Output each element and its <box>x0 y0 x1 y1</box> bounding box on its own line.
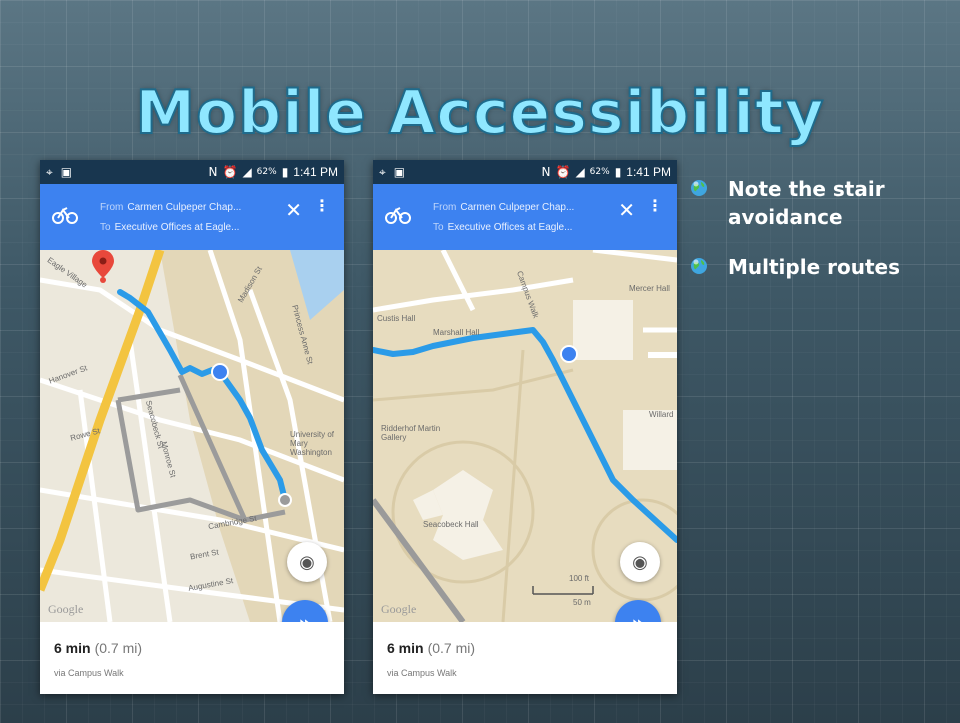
battery-icon: ▮ <box>614 165 622 179</box>
globe-icon <box>691 180 707 196</box>
map-label: 100 ft <box>569 574 590 583</box>
bike-icon[interactable] <box>385 204 411 224</box>
map-label: 50 m <box>573 598 591 607</box>
battery-percent: 62% <box>256 167 277 177</box>
status-time: 1:41 PM <box>293 165 338 179</box>
globe-icon <box>691 258 707 274</box>
map-label: University of Mary Washington <box>290 430 335 457</box>
my-location-button[interactable]: ◉ <box>287 542 327 582</box>
route-duration: 6 min (0.7 mi) <box>387 640 476 656</box>
close-icon[interactable]: ✕ <box>285 200 302 220</box>
map-label: Seacobeck Hall <box>423 520 479 529</box>
slide-title: Mobile Accessibility <box>134 77 825 149</box>
signal-icon: ◢ <box>575 165 585 179</box>
from-field[interactable]: From Carmen Culpeper Chap... <box>433 202 574 213</box>
more-menu-icon[interactable]: ⋮ <box>647 198 663 214</box>
bullet-text: Multiple routes <box>728 255 900 279</box>
route-duration: 6 min (0.7 mi) <box>54 640 143 656</box>
status-bar: ⌖ ▣ N ⏰ ◢ 62% ▮ 1:41 PM <box>373 160 677 184</box>
location-icon: ⌖ <box>379 164 386 179</box>
map-label: Ridderhof Martin Gallery <box>381 424 441 442</box>
alarm-icon: ⏰ <box>555 165 571 179</box>
bullet-text: Note the stair avoidance <box>728 177 885 229</box>
status-bar: ⌖ ▣ N ⏰ ◢ 62% ▮ 1:41 PM <box>40 160 344 184</box>
map-view[interactable]: Mercer Hall Marshall Hall Ridderhof Mart… <box>373 250 677 622</box>
from-field[interactable]: From Carmen Culpeper Chap... <box>100 202 241 213</box>
more-menu-icon[interactable]: ⋮ <box>314 198 330 214</box>
to-field[interactable]: To Executive Offices at Eagle... <box>100 222 239 233</box>
signal-icon: ◢ <box>242 165 252 179</box>
map-label: Custis Hall <box>377 314 416 323</box>
status-time: 1:41 PM <box>626 165 671 179</box>
battery-icon: ▮ <box>281 165 289 179</box>
map-view[interactable]: Eagle Village University of Mary Washing… <box>40 250 344 622</box>
route-summary[interactable]: 6 min (0.7 mi) via Campus Walk <box>40 622 344 694</box>
close-icon[interactable]: ✕ <box>618 200 635 220</box>
nfc-icon: N <box>541 165 551 179</box>
phone-screenshot-2: ⌖ ▣ N ⏰ ◢ 62% ▮ 1:41 PM From Carmen Culpe… <box>373 160 677 694</box>
google-logo: Google <box>381 602 417 616</box>
route-via: via Campus Walk <box>54 668 124 678</box>
nfc-icon: N <box>208 165 218 179</box>
bullet-list: Note the stair avoidance Multiple routes <box>690 175 940 303</box>
bullet-item: Note the stair avoidance <box>690 175 940 231</box>
route-summary[interactable]: 6 min (0.7 mi) via Campus Walk <box>373 622 677 694</box>
alarm-icon: ⏰ <box>222 165 238 179</box>
route-via: via Campus Walk <box>387 668 457 678</box>
map-label: Mercer Hall <box>629 284 670 293</box>
my-location-button[interactable]: ◉ <box>620 542 660 582</box>
image-icon: ▣ <box>60 164 73 179</box>
directions-header: From Carmen Culpeper Chap... To Executive … <box>40 184 344 250</box>
to-field[interactable]: To Executive Offices at Eagle... <box>433 222 572 233</box>
google-logo: Google <box>48 602 84 616</box>
bullet-item: Multiple routes <box>690 253 940 281</box>
location-icon: ⌖ <box>46 164 53 179</box>
map-label: Marshall Hall <box>433 328 480 337</box>
battery-percent: 62% <box>589 167 610 177</box>
phone-screenshot-1: ⌖ ▣ N ⏰ ◢ 62% ▮ 1:41 PM From Carmen Culpe… <box>40 160 344 694</box>
map-label: Willard <box>649 410 674 419</box>
bike-icon[interactable] <box>52 204 78 224</box>
image-icon: ▣ <box>393 164 406 179</box>
directions-header: From Carmen Culpeper Chap... To Executive … <box>373 184 677 250</box>
